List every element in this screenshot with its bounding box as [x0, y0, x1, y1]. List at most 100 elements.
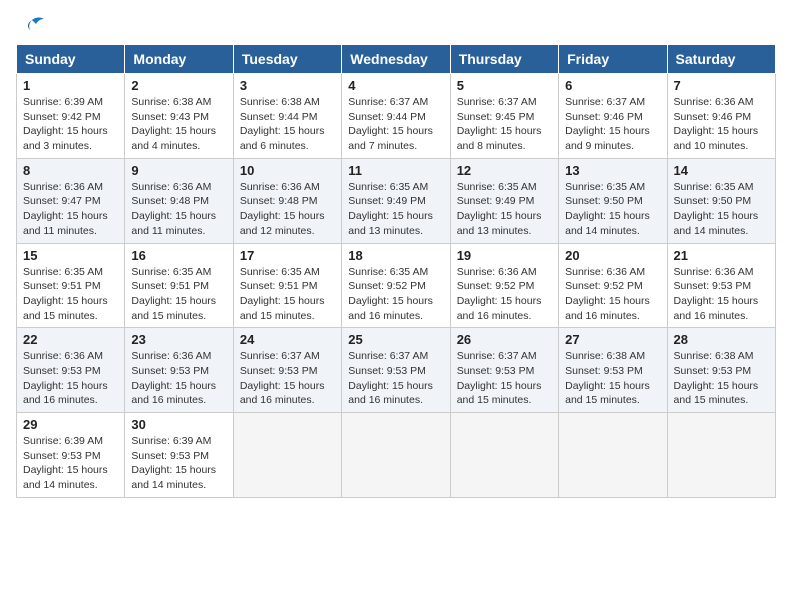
daylight-minutes: and 16 minutes.: [457, 309, 552, 324]
sunset-text: Sunset: 9:50 PM: [674, 194, 769, 209]
daylight-minutes: and 13 minutes.: [457, 224, 552, 239]
day-number: 21: [674, 248, 769, 263]
day-cell-20: 20 Sunrise: 6:36 AM Sunset: 9:52 PM Dayl…: [559, 243, 667, 328]
day-cell-18: 18 Sunrise: 6:35 AM Sunset: 9:52 PM Dayl…: [342, 243, 450, 328]
empty-cell: [559, 413, 667, 498]
daylight-minutes: and 6 minutes.: [240, 139, 335, 154]
day-number: 1: [23, 78, 118, 93]
sunset-text: Sunset: 9:51 PM: [131, 279, 226, 294]
sunset-text: Sunset: 9:53 PM: [348, 364, 443, 379]
page-header: [16, 16, 776, 34]
day-cell-23: 23 Sunrise: 6:36 AM Sunset: 9:53 PM Dayl…: [125, 328, 233, 413]
daylight-minutes: and 15 minutes.: [674, 393, 769, 408]
sunrise-text: Sunrise: 6:39 AM: [131, 434, 226, 449]
logo: [16, 16, 46, 34]
daylight-minutes: and 16 minutes.: [23, 393, 118, 408]
day-number: 5: [457, 78, 552, 93]
sunset-text: Sunset: 9:53 PM: [674, 364, 769, 379]
day-number: 13: [565, 163, 660, 178]
daylight-minutes: and 14 minutes.: [674, 224, 769, 239]
daylight-text: Daylight: 15 hours: [457, 294, 552, 309]
empty-cell: [233, 413, 341, 498]
day-cell-8: 8 Sunrise: 6:36 AM Sunset: 9:47 PM Dayli…: [17, 158, 125, 243]
daylight-text: Daylight: 15 hours: [457, 124, 552, 139]
day-number: 30: [131, 417, 226, 432]
daylight-minutes: and 8 minutes.: [457, 139, 552, 154]
daylight-minutes: and 15 minutes.: [565, 393, 660, 408]
sunset-text: Sunset: 9:51 PM: [23, 279, 118, 294]
sunrise-text: Sunrise: 6:37 AM: [565, 95, 660, 110]
logo-text: [16, 16, 46, 38]
day-number: 8: [23, 163, 118, 178]
sunrise-text: Sunrise: 6:35 AM: [131, 265, 226, 280]
calendar-row-2: 15 Sunrise: 6:35 AM Sunset: 9:51 PM Dayl…: [17, 243, 776, 328]
weekday-header-thursday: Thursday: [450, 45, 558, 74]
day-number: 16: [131, 248, 226, 263]
logo-bird-icon: [18, 16, 46, 38]
day-number: 6: [565, 78, 660, 93]
daylight-minutes: and 13 minutes.: [348, 224, 443, 239]
day-cell-4: 4 Sunrise: 6:37 AM Sunset: 9:44 PM Dayli…: [342, 74, 450, 159]
sunrise-text: Sunrise: 6:36 AM: [674, 95, 769, 110]
sunset-text: Sunset: 9:50 PM: [565, 194, 660, 209]
weekday-header-monday: Monday: [125, 45, 233, 74]
daylight-text: Daylight: 15 hours: [565, 379, 660, 394]
daylight-text: Daylight: 15 hours: [674, 379, 769, 394]
daylight-text: Daylight: 15 hours: [240, 294, 335, 309]
daylight-text: Daylight: 15 hours: [348, 209, 443, 224]
day-number: 26: [457, 332, 552, 347]
sunset-text: Sunset: 9:53 PM: [131, 449, 226, 464]
daylight-minutes: and 12 minutes.: [240, 224, 335, 239]
sunset-text: Sunset: 9:53 PM: [240, 364, 335, 379]
day-number: 28: [674, 332, 769, 347]
sunrise-text: Sunrise: 6:37 AM: [348, 95, 443, 110]
weekday-header-wednesday: Wednesday: [342, 45, 450, 74]
sunrise-text: Sunrise: 6:36 AM: [23, 349, 118, 364]
daylight-minutes: and 15 minutes.: [23, 309, 118, 324]
day-cell-27: 27 Sunrise: 6:38 AM Sunset: 9:53 PM Dayl…: [559, 328, 667, 413]
calendar-row-3: 22 Sunrise: 6:36 AM Sunset: 9:53 PM Dayl…: [17, 328, 776, 413]
day-number: 2: [131, 78, 226, 93]
sunrise-text: Sunrise: 6:35 AM: [348, 180, 443, 195]
calendar-body: 1 Sunrise: 6:39 AM Sunset: 9:42 PM Dayli…: [17, 74, 776, 498]
daylight-text: Daylight: 15 hours: [565, 294, 660, 309]
weekday-header-friday: Friday: [559, 45, 667, 74]
daylight-text: Daylight: 15 hours: [674, 124, 769, 139]
daylight-minutes: and 16 minutes.: [674, 309, 769, 324]
daylight-text: Daylight: 15 hours: [457, 209, 552, 224]
day-number: 12: [457, 163, 552, 178]
day-number: 3: [240, 78, 335, 93]
daylight-text: Daylight: 15 hours: [131, 209, 226, 224]
daylight-text: Daylight: 15 hours: [565, 209, 660, 224]
day-cell-30: 30 Sunrise: 6:39 AM Sunset: 9:53 PM Dayl…: [125, 413, 233, 498]
day-number: 25: [348, 332, 443, 347]
day-cell-29: 29 Sunrise: 6:39 AM Sunset: 9:53 PM Dayl…: [17, 413, 125, 498]
day-cell-6: 6 Sunrise: 6:37 AM Sunset: 9:46 PM Dayli…: [559, 74, 667, 159]
daylight-minutes: and 15 minutes.: [240, 309, 335, 324]
day-number: 22: [23, 332, 118, 347]
daylight-text: Daylight: 15 hours: [23, 379, 118, 394]
sunrise-text: Sunrise: 6:35 AM: [457, 180, 552, 195]
weekday-header-tuesday: Tuesday: [233, 45, 341, 74]
day-number: 9: [131, 163, 226, 178]
day-cell-26: 26 Sunrise: 6:37 AM Sunset: 9:53 PM Dayl…: [450, 328, 558, 413]
day-cell-17: 17 Sunrise: 6:35 AM Sunset: 9:51 PM Dayl…: [233, 243, 341, 328]
day-number: 14: [674, 163, 769, 178]
daylight-text: Daylight: 15 hours: [674, 209, 769, 224]
day-cell-2: 2 Sunrise: 6:38 AM Sunset: 9:43 PM Dayli…: [125, 74, 233, 159]
sunset-text: Sunset: 9:45 PM: [457, 110, 552, 125]
sunrise-text: Sunrise: 6:38 AM: [131, 95, 226, 110]
daylight-minutes: and 7 minutes.: [348, 139, 443, 154]
calendar-row-1: 8 Sunrise: 6:36 AM Sunset: 9:47 PM Dayli…: [17, 158, 776, 243]
sunrise-text: Sunrise: 6:39 AM: [23, 95, 118, 110]
daylight-minutes: and 4 minutes.: [131, 139, 226, 154]
sunset-text: Sunset: 9:42 PM: [23, 110, 118, 125]
sunrise-text: Sunrise: 6:36 AM: [674, 265, 769, 280]
empty-cell: [342, 413, 450, 498]
sunset-text: Sunset: 9:44 PM: [348, 110, 443, 125]
daylight-text: Daylight: 15 hours: [23, 209, 118, 224]
day-number: 24: [240, 332, 335, 347]
day-cell-10: 10 Sunrise: 6:36 AM Sunset: 9:48 PM Dayl…: [233, 158, 341, 243]
sunset-text: Sunset: 9:51 PM: [240, 279, 335, 294]
daylight-minutes: and 9 minutes.: [565, 139, 660, 154]
